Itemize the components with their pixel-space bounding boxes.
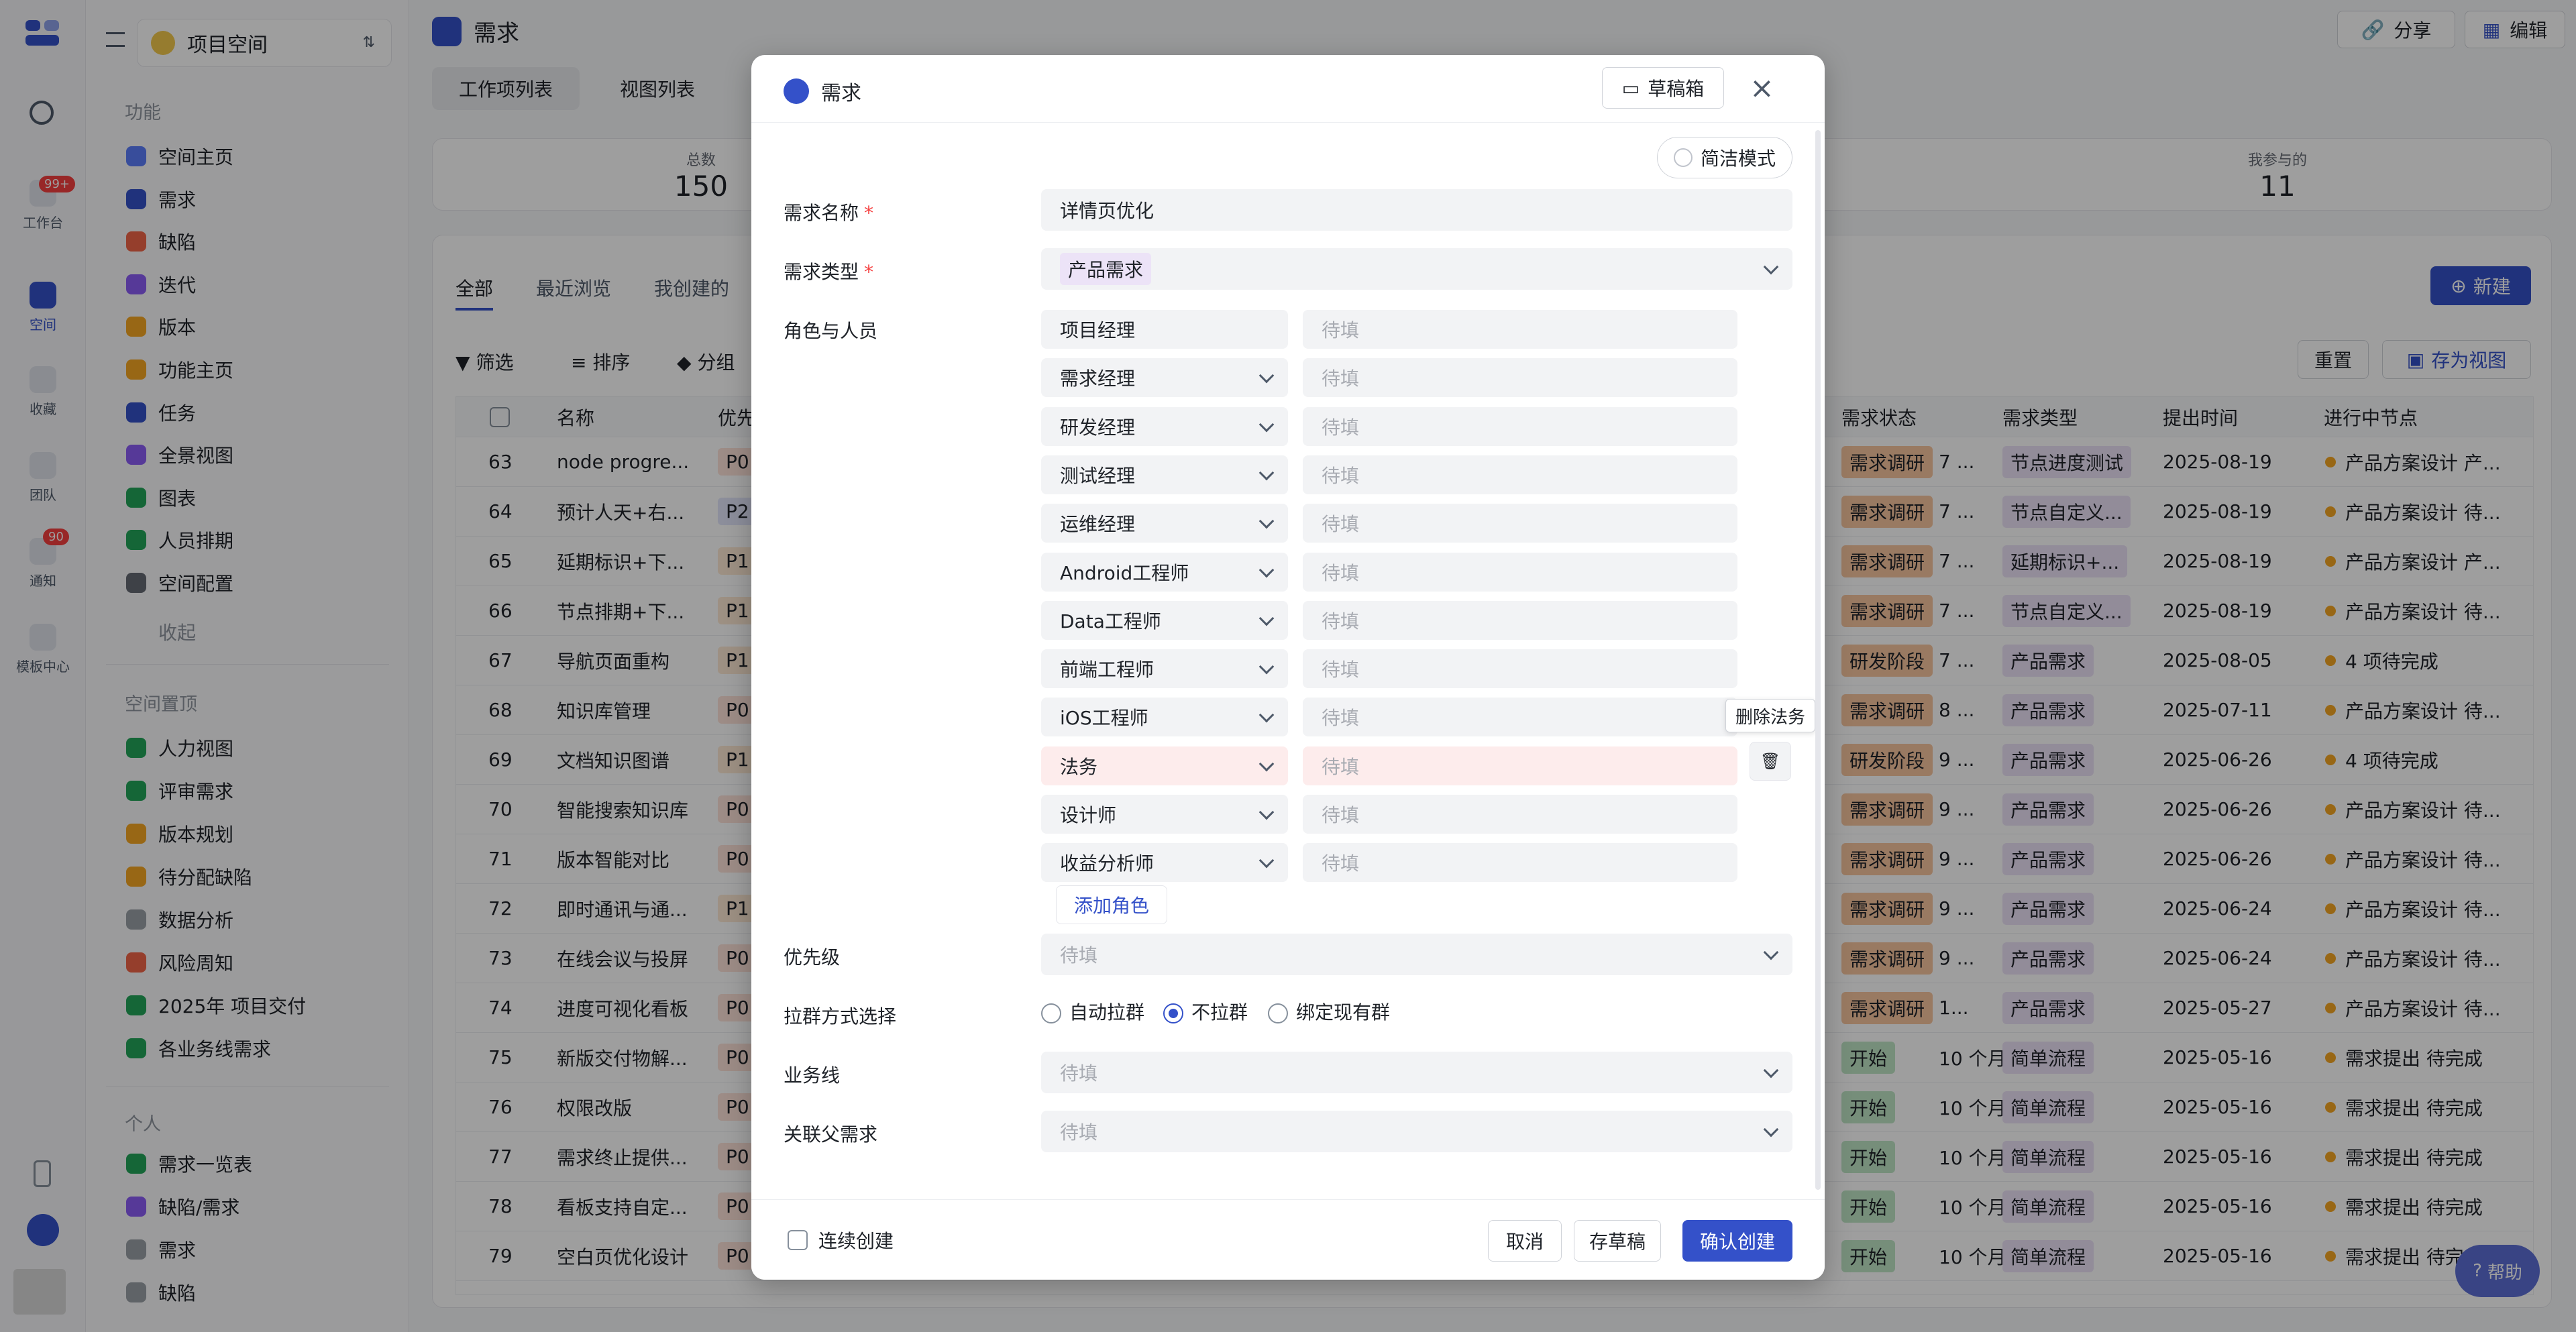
- chevron-down-icon: [1258, 368, 1275, 384]
- role-person-input-3[interactable]: 待填: [1303, 455, 1737, 494]
- role-select-5[interactable]: Android工程师: [1041, 552, 1288, 592]
- role-select-9[interactable]: 法务: [1041, 746, 1288, 785]
- role-select-2[interactable]: 研发经理: [1041, 406, 1288, 446]
- trash-icon: 🗑: [1760, 752, 1781, 771]
- chevron-down-icon: [1258, 756, 1275, 772]
- drafts-button[interactable]: ▭ 草稿箱: [1602, 67, 1724, 109]
- simple-mode-toggle[interactable]: 简洁模式: [1657, 137, 1792, 178]
- radio-icon: [1268, 1003, 1288, 1023]
- role-person-input-5[interactable]: 待填: [1303, 552, 1737, 592]
- requirement-icon: [784, 78, 809, 104]
- group-radio-auto[interactable]: 自动拉群: [1041, 998, 1144, 1025]
- chevron-down-icon: [1258, 465, 1275, 481]
- chevron-down-icon: [1258, 804, 1275, 820]
- field-label-group: 拉群方式选择: [784, 1005, 897, 1028]
- delete-role-button[interactable]: 🗑: [1750, 742, 1791, 781]
- chevron-down-icon: [1763, 259, 1779, 275]
- role-person-input-1[interactable]: 待填: [1303, 358, 1737, 398]
- radio-selected-icon: [1163, 1003, 1183, 1023]
- scrollbar[interactable]: [1815, 130, 1821, 1190]
- checkbox-icon: [788, 1230, 808, 1250]
- role-select-10[interactable]: 设计师: [1041, 795, 1288, 834]
- parent-requirement-select[interactable]: 待填: [1041, 1111, 1792, 1152]
- role-select-7[interactable]: 前端工程师: [1041, 649, 1288, 689]
- chevron-down-icon: [1258, 852, 1275, 869]
- requirement-type-select[interactable]: 产品需求: [1041, 248, 1792, 290]
- continuous-create-checkbox[interactable]: 连续创建: [788, 1227, 894, 1254]
- requirement-name-input[interactable]: 详情页优化: [1041, 189, 1792, 231]
- chevron-down-icon: [1258, 610, 1275, 626]
- cancel-button[interactable]: 取消: [1488, 1220, 1562, 1262]
- modal-header-divider: [751, 122, 1825, 123]
- create-requirement-modal: 需求 ▭ 草稿箱 × 简洁模式 需求名称 * 详情页优化 需求类型 * 产品需求 角色…: [751, 55, 1825, 1280]
- toggle-icon: [1673, 148, 1693, 167]
- role-person-input-10[interactable]: 待填: [1303, 795, 1737, 834]
- role-select-6[interactable]: Data工程师: [1041, 600, 1288, 640]
- close-icon[interactable]: ×: [1750, 71, 1774, 105]
- chevron-down-icon: [1258, 513, 1275, 529]
- role-select-4[interactable]: 运维经理: [1041, 504, 1288, 543]
- role-select-3[interactable]: 测试经理: [1041, 455, 1288, 494]
- inbox-icon: ▭: [1621, 76, 1640, 99]
- role-person-input-6[interactable]: 待填: [1303, 600, 1737, 640]
- chevron-down-icon: [1258, 659, 1275, 675]
- chevron-down-icon: [1763, 944, 1779, 960]
- role-person-input-9[interactable]: 待填: [1303, 746, 1737, 785]
- role-person-input-8[interactable]: 待填: [1303, 698, 1737, 737]
- group-radio-none[interactable]: 不拉群: [1163, 998, 1248, 1025]
- role-person-input-4[interactable]: 待填: [1303, 504, 1737, 543]
- role-select-1[interactable]: 需求经理: [1041, 358, 1288, 398]
- save-draft-button[interactable]: 存草稿: [1574, 1220, 1661, 1262]
- priority-select[interactable]: 待填: [1041, 934, 1792, 975]
- role-person-input-7[interactable]: 待填: [1303, 649, 1737, 689]
- chevron-down-icon: [1258, 562, 1275, 577]
- role-select-8[interactable]: iOS工程师: [1041, 698, 1288, 737]
- radio-icon: [1041, 1003, 1061, 1023]
- role-select-0[interactable]: 项目经理: [1041, 310, 1288, 349]
- chevron-down-icon: [1763, 1121, 1779, 1137]
- role-select-11[interactable]: 收益分析师: [1041, 843, 1288, 883]
- field-label-name: 需求名称 *: [784, 202, 874, 224]
- modal-footer: 连续创建 取消 存草稿 确认创建: [751, 1199, 1825, 1280]
- delete-tooltip: 删除法务: [1725, 699, 1815, 732]
- chevron-down-icon: [1763, 1062, 1779, 1078]
- type-tag: 产品需求: [1060, 253, 1152, 285]
- confirm-create-button[interactable]: 确认创建: [1682, 1220, 1792, 1262]
- role-person-input-0[interactable]: 待填: [1303, 310, 1737, 349]
- field-label-biz: 业务线: [784, 1064, 841, 1087]
- field-label-roles: 角色与人员: [784, 320, 878, 342]
- field-label-type: 需求类型 *: [784, 261, 874, 283]
- group-radio-bind[interactable]: 绑定现有群: [1268, 998, 1390, 1025]
- add-role-button[interactable]: 添加角色: [1056, 885, 1167, 924]
- chevron-down-icon: [1258, 708, 1275, 723]
- role-person-input-2[interactable]: 待填: [1303, 406, 1737, 446]
- biz-line-select[interactable]: 待填: [1041, 1052, 1792, 1093]
- role-person-input-11[interactable]: 待填: [1303, 843, 1737, 883]
- chevron-down-icon: [1258, 417, 1275, 432]
- field-label-priority: 优先级: [784, 946, 841, 968]
- field-label-parent: 关联父需求: [784, 1123, 878, 1146]
- modal-title: 需求: [784, 76, 861, 106]
